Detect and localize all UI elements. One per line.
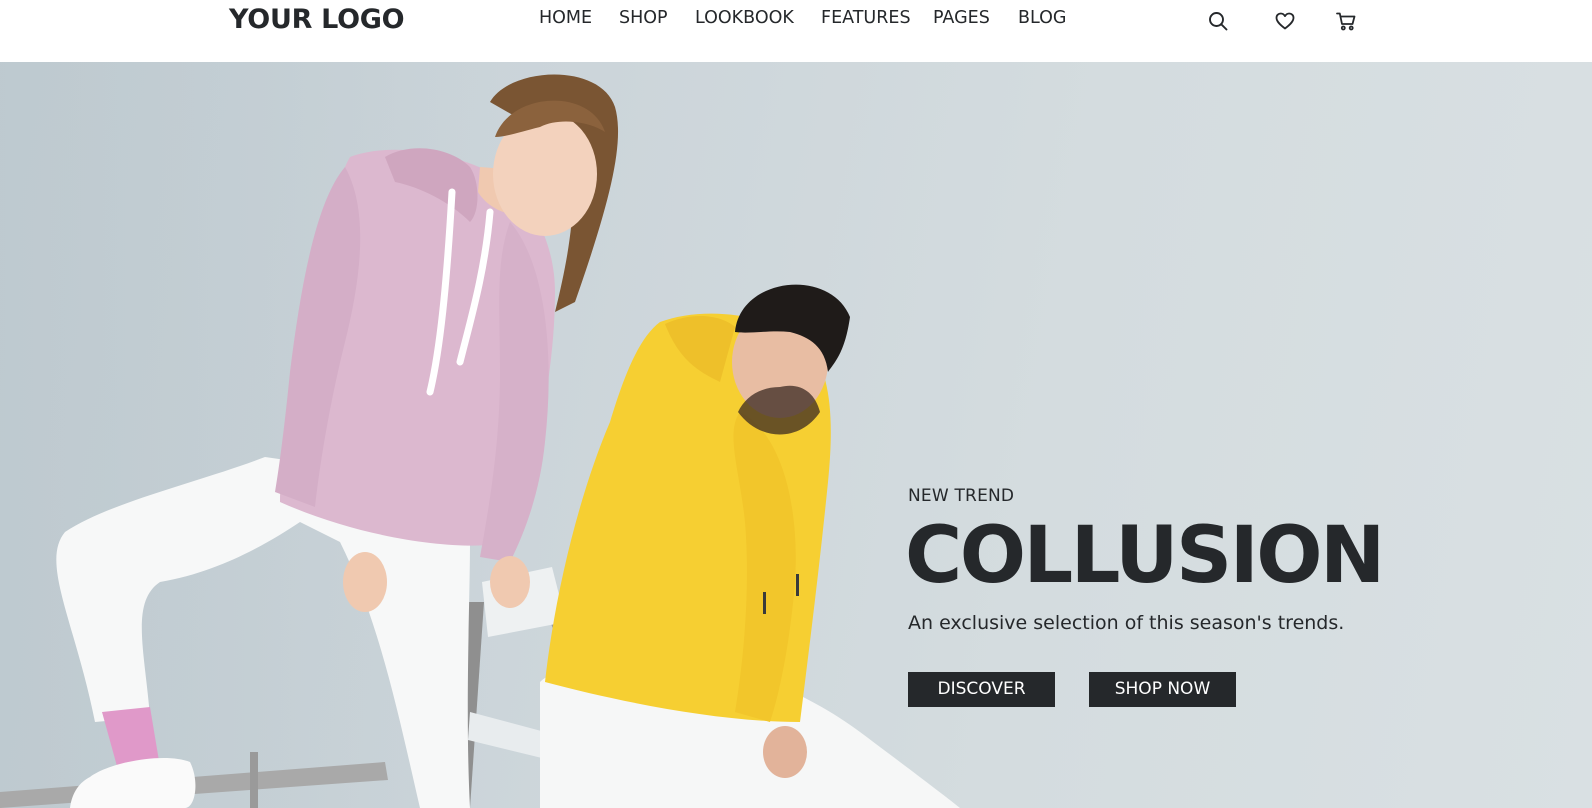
heart-icon[interactable] (1274, 10, 1296, 32)
search-icon[interactable] (1207, 10, 1229, 32)
hero-subtitle: An exclusive selection of this season's … (908, 612, 1345, 634)
logo[interactable]: YOUR LOGO (229, 4, 405, 35)
cart-icon[interactable] (1335, 10, 1357, 32)
site-header: YOUR LOGO HOME SHOP LOOKBOOK FEATURES PA… (0, 0, 1592, 62)
page: YOUR LOGO HOME SHOP LOOKBOOK FEATURES PA… (0, 0, 1592, 808)
nav-item-pages[interactable]: PAGES (933, 8, 990, 28)
hero-banner: NEW TREND COLLUSION An exclusive selecti… (0, 62, 1592, 808)
hero-content: NEW TREND COLLUSION An exclusive selecti… (905, 62, 1548, 808)
hero-eyebrow: NEW TREND (908, 486, 1015, 506)
hero-headline: COLLUSION (905, 511, 1385, 601)
nav-item-lookbook[interactable]: LOOKBOOK (695, 8, 794, 28)
nav-item-home[interactable]: HOME (539, 8, 592, 28)
shop-now-button[interactable]: SHOP NOW (1089, 672, 1236, 707)
nav-item-shop[interactable]: SHOP (619, 8, 668, 28)
man-figure (540, 284, 960, 808)
discover-button[interactable]: DISCOVER (908, 672, 1055, 707)
nav-item-blog[interactable]: BLOG (1018, 8, 1066, 28)
nav-item-features[interactable]: FEATURES (821, 8, 911, 28)
